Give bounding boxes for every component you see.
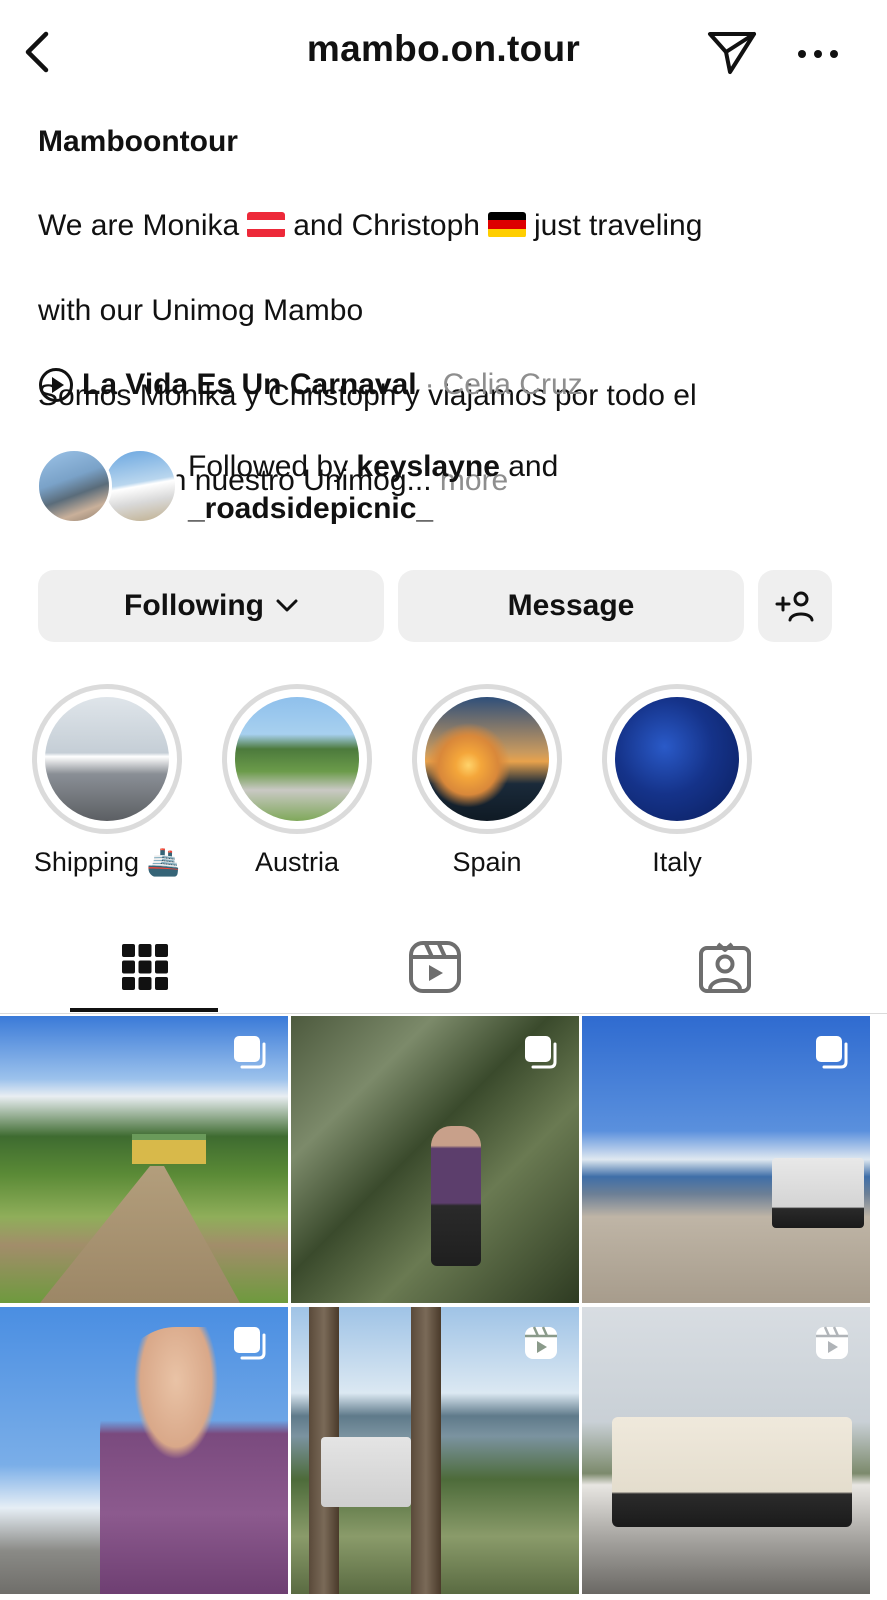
followed-by-conjunction: and (508, 450, 559, 483)
add-user-button[interactable] (758, 570, 832, 642)
reel-icon (816, 1326, 848, 1359)
send-paper-plane-icon[interactable] (704, 26, 760, 78)
post-image-detail (132, 1134, 206, 1164)
carousel-icon (816, 1036, 848, 1069)
post-image-detail (772, 1158, 864, 1228)
tab-posts-grid[interactable] (70, 920, 220, 1014)
posts-grid (0, 1016, 887, 1600)
highlight-label: Austria (254, 847, 340, 877)
follower-username[interactable]: _roadsidepicnic_ (188, 492, 433, 525)
post-thumbnail[interactable] (291, 1307, 579, 1594)
carousel-icon (234, 1327, 266, 1360)
reel-icon (525, 1326, 557, 1359)
bio-line-2: with our Unimog Mambo (38, 293, 364, 327)
highlight-cover (425, 697, 549, 821)
followed-by-text: Followed by keyslayne and _roadsidepicni… (188, 446, 558, 530)
germany-flag-icon (488, 211, 526, 238)
followed-by-section[interactable]: Followed by keyslayne and _roadsidepicni… (36, 446, 856, 530)
post-image-detail (431, 1126, 481, 1266)
post-thumbnail[interactable] (582, 1016, 870, 1303)
post-thumbnail[interactable] (0, 1016, 288, 1303)
following-button[interactable]: Following (38, 570, 384, 642)
highlight-ring (32, 684, 182, 834)
highlight-cover (45, 697, 169, 821)
tagged-icon (699, 942, 751, 993)
bio-text-segment: just traveling (534, 208, 703, 242)
story-highlight-italy[interactable]: Italy (602, 684, 752, 880)
message-button-label: Message (507, 589, 635, 622)
tab-reels[interactable] (360, 920, 510, 1014)
highlight-ring (602, 684, 752, 834)
highlight-label: Spain (452, 847, 522, 877)
profile-music[interactable]: La Vida Es Un Carnaval · Celia Cruz (38, 364, 583, 406)
post-image-detail (411, 1307, 441, 1594)
post-image-detail (612, 1417, 852, 1527)
followed-by-prefix: Followed by (188, 450, 349, 483)
music-separator: · (424, 368, 435, 401)
more-options-icon[interactable] (796, 34, 840, 74)
music-title: La Vida Es Un Carnaval (82, 368, 417, 401)
highlight-ring (222, 684, 372, 834)
profile-display-name: Mamboontour (38, 125, 238, 158)
play-circle-icon (39, 368, 73, 402)
carousel-icon (234, 1036, 266, 1069)
profile-tabs (0, 920, 887, 1014)
active-tab-indicator (70, 1008, 218, 1012)
highlight-ring (412, 684, 562, 834)
post-image-detail (100, 1327, 288, 1594)
post-thumbnail[interactable] (0, 1307, 288, 1594)
reels-icon (409, 941, 461, 993)
avatar (36, 448, 112, 524)
follower-username[interactable]: keyslayne (356, 450, 499, 483)
post-thumbnail[interactable] (582, 1307, 870, 1594)
tab-tagged[interactable] (650, 920, 800, 1014)
avatar (102, 448, 178, 524)
following-button-label: Following (124, 589, 264, 622)
post-thumbnail[interactable] (291, 1016, 579, 1303)
highlight-cover (235, 697, 359, 821)
post-image-detail (40, 1166, 240, 1303)
bio-line-1: We are Monika and Christoph just traveling (38, 205, 858, 248)
bio-text-segment: and Christoph (293, 208, 480, 242)
story-highlight-spain[interactable]: Spain (412, 684, 562, 880)
grid-icon (122, 944, 168, 990)
bio-text-segment: We are Monika (38, 208, 240, 242)
music-artist: Celia Cruz (442, 368, 583, 401)
chevron-down-icon (276, 599, 298, 612)
highlight-cover (615, 697, 739, 821)
highlight-label: Italy (652, 847, 702, 877)
story-highlight-shipping[interactable]: Shipping 🚢 (32, 684, 182, 880)
add-user-icon (775, 591, 814, 622)
profile-header: mambo.on.tour (0, 0, 887, 104)
highlight-label: Shipping 🚢 (33, 847, 181, 877)
message-button[interactable]: Message (398, 570, 744, 642)
austria-flag-icon (247, 211, 286, 238)
carousel-icon (525, 1036, 557, 1069)
story-highlight-austria[interactable]: Austria (222, 684, 372, 880)
divider (0, 1013, 887, 1014)
post-image-detail (321, 1437, 411, 1507)
